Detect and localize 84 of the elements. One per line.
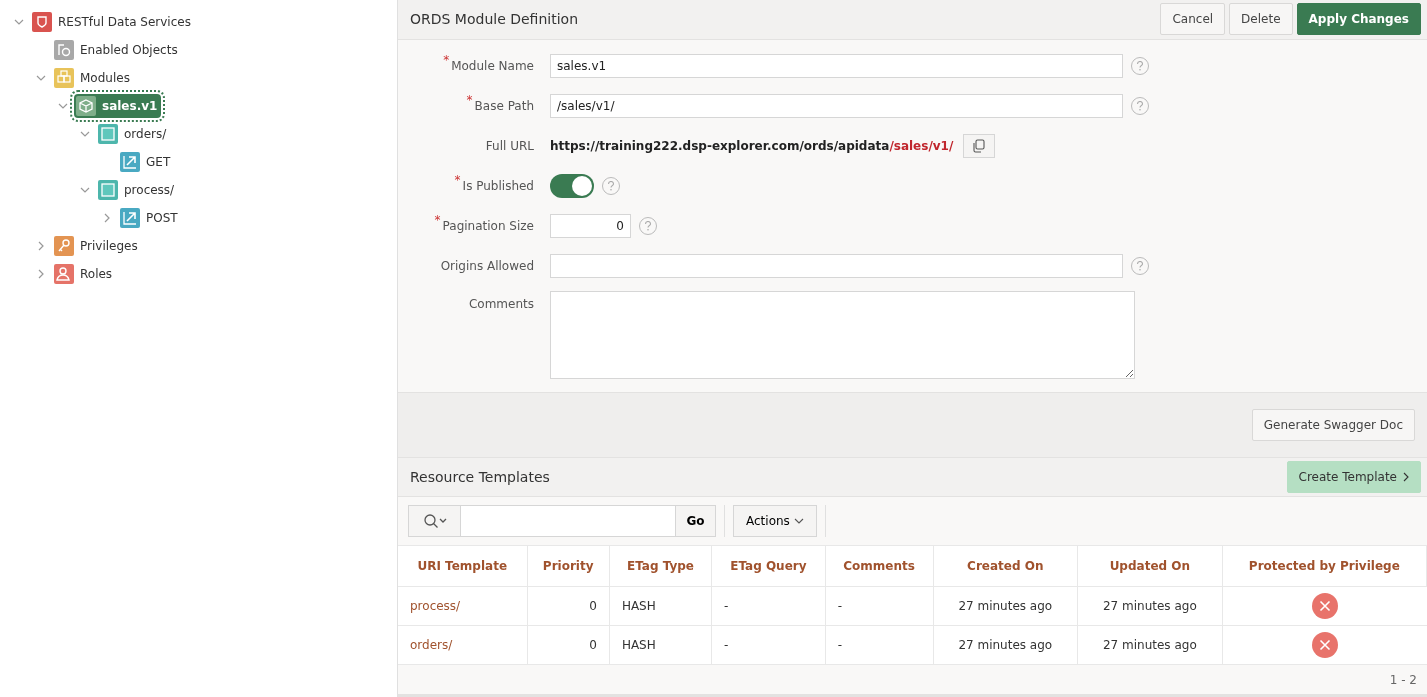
handler-icon bbox=[120, 208, 140, 228]
uri-link[interactable]: process/ bbox=[398, 586, 528, 626]
template-icon bbox=[98, 180, 118, 200]
table-cell: 27 minutes ago bbox=[1077, 625, 1223, 665]
chevron-down-icon[interactable] bbox=[58, 101, 68, 111]
field-label: Origins Allowed bbox=[440, 258, 534, 273]
tree-node[interactable]: Privileges bbox=[52, 234, 142, 258]
template-icon bbox=[98, 124, 118, 144]
chevron-down-icon bbox=[793, 517, 804, 524]
tree-node[interactable]: orders/ bbox=[96, 122, 171, 146]
go-button[interactable]: Go bbox=[675, 505, 715, 536]
chevron-right-icon[interactable] bbox=[36, 269, 46, 279]
toggle-switch[interactable] bbox=[550, 173, 594, 198]
search-button[interactable] bbox=[409, 505, 461, 536]
module-icon bbox=[76, 96, 96, 116]
comments-field[interactable] bbox=[550, 290, 1135, 379]
chevron-right-icon[interactable] bbox=[102, 213, 112, 223]
column-header[interactable]: Comments bbox=[825, 546, 933, 587]
field-label: Base Path bbox=[474, 98, 534, 113]
chevron-down-icon[interactable] bbox=[80, 185, 90, 195]
tree-node[interactable]: Roles bbox=[52, 262, 117, 286]
search-icon bbox=[422, 512, 447, 529]
column-header[interactable]: Updated On bbox=[1077, 546, 1223, 587]
required-mark: * bbox=[454, 172, 461, 187]
tree-node[interactable]: POST bbox=[118, 206, 182, 230]
create-template-button[interactable]: Create Template bbox=[1286, 460, 1421, 493]
column-header[interactable]: ETag Type bbox=[609, 546, 712, 587]
required-mark: * bbox=[466, 92, 473, 107]
table-cell: - bbox=[825, 625, 933, 665]
text-field[interactable]: /sales/v1/ bbox=[550, 93, 1123, 118]
required-mark: * bbox=[434, 212, 441, 227]
field-label: Full URL bbox=[485, 138, 534, 153]
region-title: Resource Templates bbox=[410, 468, 550, 485]
table-cell: 0 bbox=[527, 625, 610, 665]
field-label: Module Name bbox=[451, 58, 534, 73]
handler-icon bbox=[120, 152, 140, 172]
tree-node[interactable]: RESTful Data Services bbox=[30, 10, 195, 34]
table-cell: - bbox=[711, 625, 826, 665]
tree-node[interactable]: process/ bbox=[96, 178, 179, 202]
chevron-down-icon[interactable] bbox=[36, 73, 46, 83]
tree-node[interactable]: Enabled Objects bbox=[52, 38, 182, 62]
actions-button[interactable]: Actions bbox=[733, 504, 817, 537]
chevron-right-icon[interactable] bbox=[36, 241, 46, 251]
modules-icon bbox=[54, 68, 74, 88]
column-header[interactable]: ETag Query bbox=[711, 546, 826, 587]
uri-link[interactable]: orders/ bbox=[398, 625, 528, 665]
full-url: https://training222.dsp-explorer.com/ords/apidata/sales/v1/ bbox=[550, 138, 954, 153]
tree-node[interactable]: GET bbox=[118, 150, 175, 174]
column-header[interactable]: Created On bbox=[933, 546, 1078, 587]
field-label: Pagination Size bbox=[442, 218, 534, 233]
table-cell: 27 minutes ago bbox=[1077, 586, 1223, 626]
action-button[interactable]: Delete bbox=[1229, 3, 1293, 36]
table-cell: - bbox=[711, 586, 826, 626]
table-cell: 27 minutes ago bbox=[933, 625, 1078, 665]
text-field[interactable] bbox=[550, 253, 1123, 278]
service-icon bbox=[32, 12, 52, 32]
field-label: Is Published bbox=[462, 178, 534, 193]
chevron-right-icon bbox=[1403, 471, 1409, 482]
number-field[interactable]: 0 bbox=[550, 213, 631, 238]
pagination-text: 1 - 2 bbox=[1389, 672, 1417, 687]
objects-icon bbox=[54, 40, 74, 60]
apply-button[interactable]: Apply Changes bbox=[1296, 3, 1421, 36]
table-cell: 0 bbox=[527, 586, 610, 626]
privilege-icon bbox=[54, 236, 74, 256]
table-cell: HASH bbox=[609, 625, 712, 665]
column-header[interactable]: Priority bbox=[527, 546, 610, 587]
chevron-down-icon[interactable] bbox=[14, 17, 24, 27]
copy-button[interactable] bbox=[963, 133, 996, 158]
required-mark: * bbox=[443, 52, 450, 67]
tree-node[interactable]: Modules bbox=[52, 66, 134, 90]
copy-icon bbox=[972, 138, 987, 153]
text-field[interactable]: sales.v1 bbox=[550, 53, 1123, 78]
column-header[interactable]: Protected by Privilege bbox=[1222, 546, 1427, 587]
search-field[interactable]: Go bbox=[408, 504, 716, 537]
table-cell: - bbox=[825, 586, 933, 626]
chevron-down-icon[interactable] bbox=[80, 129, 90, 139]
role-icon bbox=[54, 264, 74, 284]
table-cell: HASH bbox=[609, 586, 712, 626]
field-label: Comments bbox=[468, 296, 534, 311]
table-cell: 27 minutes ago bbox=[933, 586, 1078, 626]
generate-button[interactable]: Generate Swagger Doc bbox=[1251, 408, 1415, 441]
region-title: ORDS Module Definition bbox=[410, 11, 578, 28]
action-button[interactable]: Cancel bbox=[1160, 3, 1226, 36]
column-header[interactable]: URI Template bbox=[398, 546, 528, 587]
